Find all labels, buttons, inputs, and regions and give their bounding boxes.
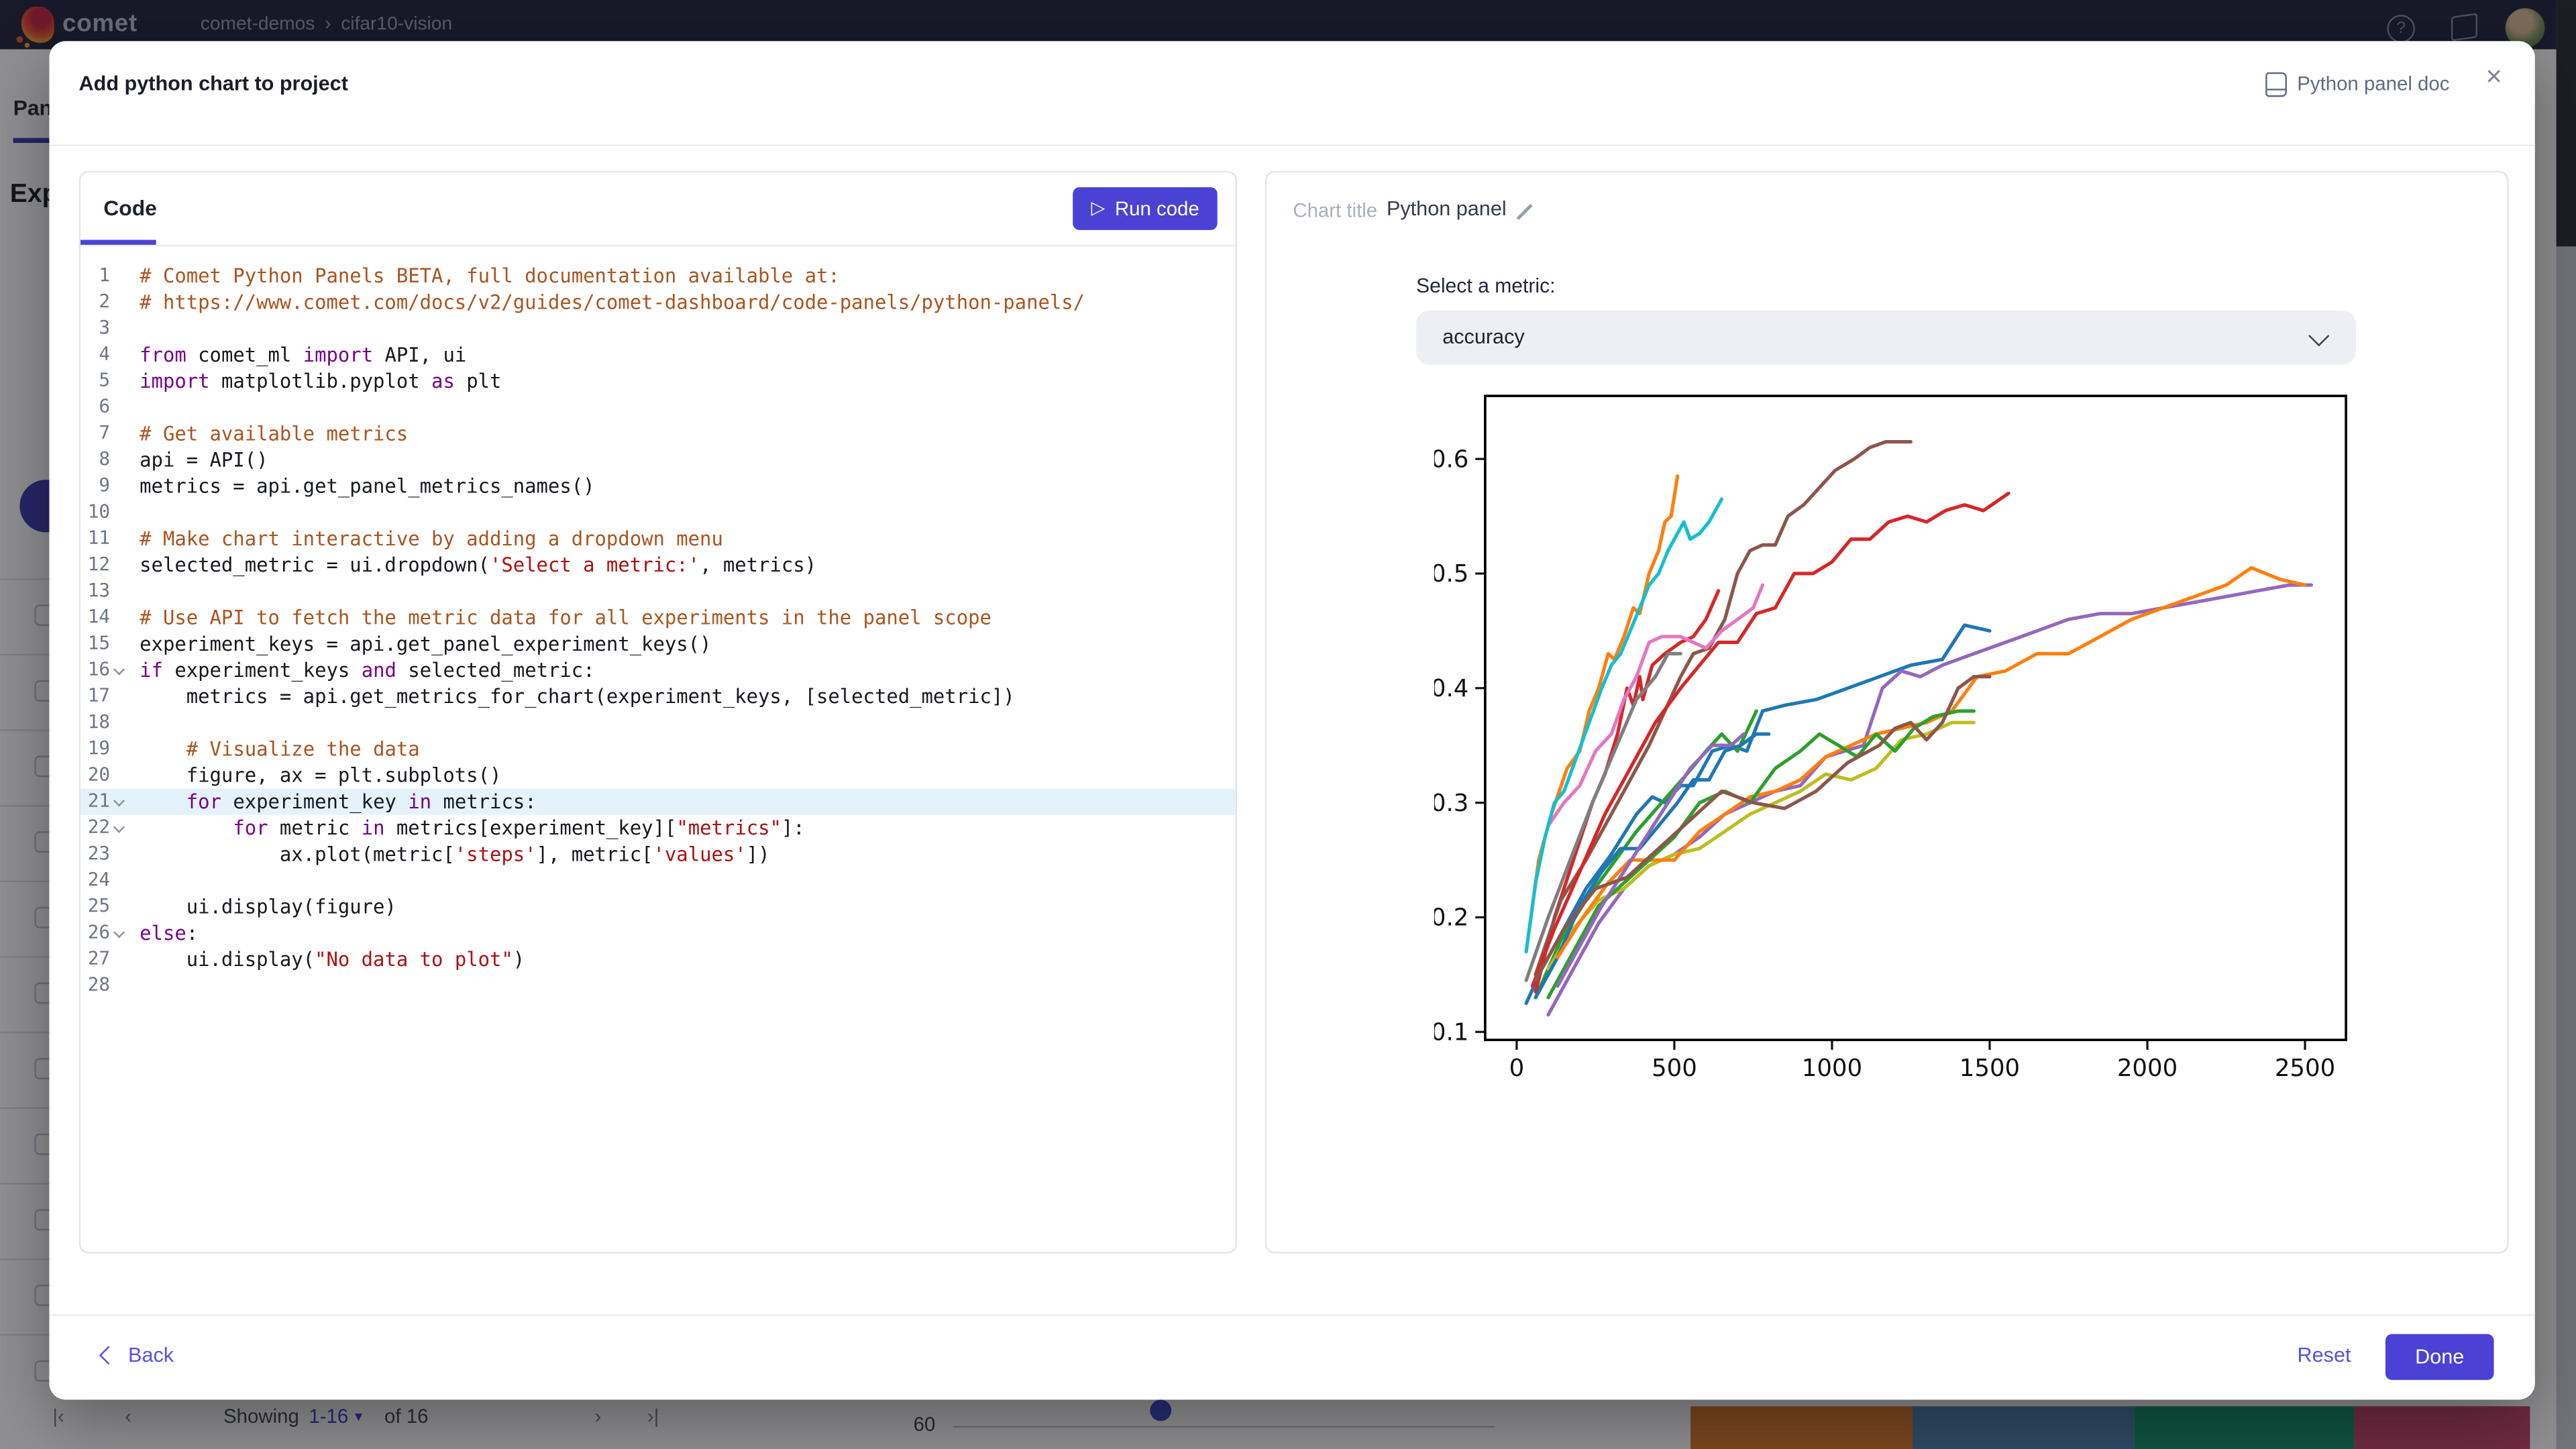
metric-dropdown[interactable]: accuracy bbox=[1416, 310, 2356, 365]
tab-code-underline bbox=[80, 239, 156, 245]
reset-button[interactable]: Reset bbox=[2298, 1344, 2351, 1366]
code-line[interactable]: 16 if experiment_keys and selected_metric… bbox=[80, 657, 1236, 684]
svg-text:500: 500 bbox=[1652, 1055, 1697, 1082]
run-code-button[interactable]: ▷ Run code bbox=[1073, 187, 1218, 230]
doc-link-label: Python panel doc bbox=[2297, 72, 2450, 96]
metric-select-label: Select a metric: bbox=[1416, 274, 1556, 298]
svg-text:2500: 2500 bbox=[2275, 1055, 2335, 1082]
metric-chart: 0 500 1000 1500 2000 2500 0.1 0.2 0.3 0.4 0.5 0.6 bbox=[1434, 394, 2347, 1082]
code-line[interactable]: 4 from comet_ml import API, ui bbox=[80, 341, 1236, 368]
modal-footer: Back Reset Done bbox=[49, 1314, 2535, 1401]
code-line[interactable]: 2 # https://www.comet.com/docs/v2/guides/… bbox=[80, 289, 1236, 315]
code-line[interactable]: 21 for experiment_key in metrics: bbox=[80, 788, 1236, 815]
code-line[interactable]: 23 ax.plot(metric['steps'], metric['valu… bbox=[80, 841, 1236, 867]
code-line[interactable]: 26 else: bbox=[80, 920, 1236, 946]
chart-preview-panel: Chart title Python panel Select a metric… bbox=[1265, 170, 2509, 1254]
header-divider bbox=[49, 144, 2535, 146]
chevron-down-icon bbox=[2308, 325, 2330, 347]
svg-text:0: 0 bbox=[1509, 1055, 1525, 1082]
back-button[interactable]: Back bbox=[99, 1344, 174, 1367]
python-panel-doc-link[interactable]: Python panel doc bbox=[2265, 67, 2450, 100]
svg-text:0.4: 0.4 bbox=[1434, 675, 1468, 702]
code-editor-header: Code ▷ Run code bbox=[80, 172, 1236, 247]
code-line[interactable]: 25 ui.display(figure) bbox=[80, 894, 1236, 920]
code-editor-panel: Code ▷ Run code 1 # Comet Python Panels B… bbox=[78, 170, 1238, 1254]
run-code-label: Run code bbox=[1114, 197, 1199, 221]
code-line[interactable]: 7 # Get available metrics bbox=[80, 421, 1236, 447]
play-icon: ▷ bbox=[1091, 198, 1106, 218]
code-line[interactable]: 8 api = API() bbox=[80, 447, 1236, 473]
code-line[interactable]: 13 bbox=[80, 578, 1236, 604]
svg-text:1500: 1500 bbox=[1960, 1055, 2020, 1082]
close-icon[interactable]: × bbox=[2485, 61, 2502, 94]
edit-title-pencil-icon[interactable] bbox=[1513, 201, 1536, 223]
code-line[interactable]: 19 # Visualize the data bbox=[80, 736, 1236, 762]
code-line[interactable]: 20 figure, ax = plt.subplots() bbox=[80, 762, 1236, 788]
metric-dropdown-value: accuracy bbox=[1442, 325, 1525, 349]
code-line[interactable]: 22 for metric in metrics[experiment_key]… bbox=[80, 815, 1236, 841]
chart-title-value: Python panel bbox=[1386, 197, 1507, 221]
code-line[interactable]: 9 metrics = api.get_panel_metrics_names() bbox=[80, 473, 1236, 499]
svg-text:0.1: 0.1 bbox=[1434, 1018, 1468, 1046]
svg-text:0.6: 0.6 bbox=[1434, 445, 1468, 473]
back-label: Back bbox=[128, 1344, 174, 1367]
code-line[interactable]: 10 bbox=[80, 499, 1236, 525]
code-line[interactable]: 12 selected_metric = ui.dropdown('Select … bbox=[80, 552, 1236, 578]
code-line[interactable]: 5 import matplotlib.pyplot as plt bbox=[80, 368, 1236, 394]
code-line[interactable]: 28 bbox=[80, 973, 1236, 999]
code-line[interactable]: 17 metrics = api.get_metrics_for_chart(e… bbox=[80, 684, 1236, 710]
tab-code[interactable]: Code bbox=[103, 195, 157, 220]
code-line[interactable]: 6 bbox=[80, 394, 1236, 421]
code-line[interactable]: 27 ui.display("No data to plot") bbox=[80, 947, 1236, 973]
svg-text:2000: 2000 bbox=[2117, 1055, 2178, 1082]
svg-text:0.5: 0.5 bbox=[1434, 560, 1468, 588]
code-line[interactable]: 3 bbox=[80, 315, 1236, 341]
code-line[interactable]: 18 bbox=[80, 710, 1236, 736]
chart-title-label: Chart title bbox=[1293, 199, 1378, 222]
code-line[interactable]: 1 # Comet Python Panels BETA, full docume… bbox=[80, 263, 1236, 289]
book-icon bbox=[2265, 71, 2288, 97]
modal-title: Add python chart to project bbox=[78, 72, 348, 96]
screen: comet comet-demos › cifar10-vision ? Panel… bbox=[0, 0, 2576, 1449]
code-line[interactable]: 11 # Make chart interactive by adding a d… bbox=[80, 526, 1236, 552]
chevron-left-icon bbox=[99, 1346, 118, 1365]
svg-text:1000: 1000 bbox=[1802, 1055, 1862, 1082]
code-line[interactable]: 14 # Use API to fetch the metric data for… bbox=[80, 604, 1236, 631]
svg-text:0.3: 0.3 bbox=[1434, 790, 1468, 817]
code-line[interactable]: 24 bbox=[80, 867, 1236, 894]
code-editor-lines[interactable]: 1 # Comet Python Panels BETA, full docume… bbox=[80, 246, 1236, 999]
svg-text:0.2: 0.2 bbox=[1434, 904, 1468, 932]
add-python-chart-modal: Add python chart to project Python panel… bbox=[49, 41, 2535, 1401]
done-button[interactable]: Done bbox=[2385, 1334, 2494, 1381]
code-line[interactable]: 15 experiment_keys = api.get_panel_experi… bbox=[80, 631, 1236, 657]
